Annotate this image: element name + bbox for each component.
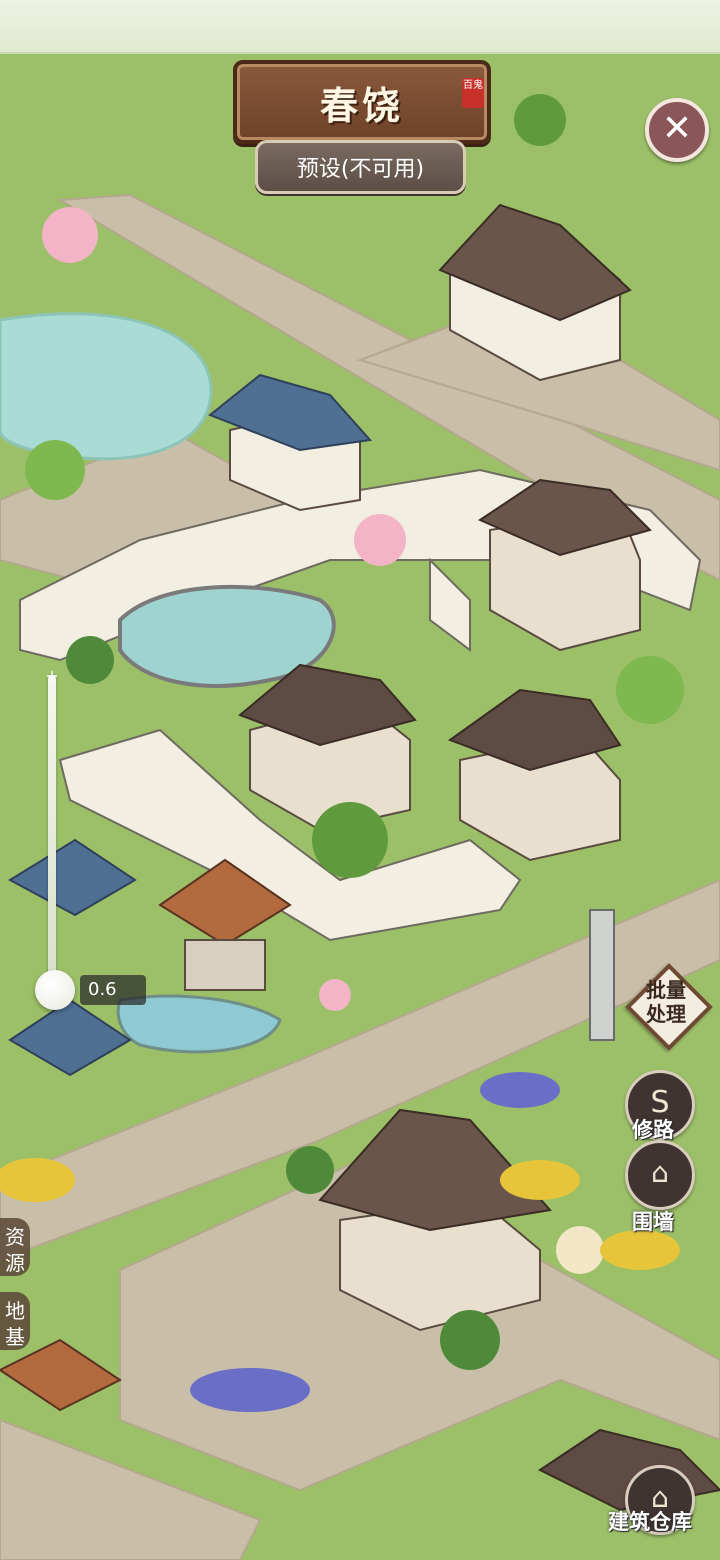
zoom-slider-thumb[interactable] xyxy=(35,970,75,1010)
wall-button[interactable]: ⌂ xyxy=(625,1140,695,1210)
close-icon: ✕ xyxy=(661,108,693,149)
zoom-value: 0.6 xyxy=(80,975,146,1005)
batch-process-button[interactable]: 批量处理 xyxy=(625,963,713,1051)
warehouse-label: 建筑仓库 xyxy=(608,1510,692,1534)
road-label: 修路 xyxy=(632,1118,674,1142)
wall-icon: ⌂ xyxy=(651,1156,669,1189)
top-banner xyxy=(0,0,720,54)
stone-pillar xyxy=(589,909,615,1041)
close-button[interactable]: ✕ xyxy=(645,98,709,162)
seal-stamp: 百鬼 xyxy=(462,78,484,108)
garden-scene[interactable] xyxy=(0,0,720,1560)
wall-label: 围墙 xyxy=(632,1210,674,1234)
batch-process-label: 批量处理 xyxy=(646,978,686,1026)
scene-title: 春饶 xyxy=(319,83,404,128)
foundation-tab[interactable]: 地基 xyxy=(0,1292,30,1350)
round-pavilion-base xyxy=(184,939,266,991)
title-plaque: 春饶 xyxy=(233,60,491,144)
resources-tab[interactable]: 资源 xyxy=(0,1218,30,1276)
preset-button[interactable]: 预设(不可用) xyxy=(255,140,466,194)
zoom-slider-track[interactable] xyxy=(48,675,56,995)
zoom-plus-icon[interactable]: + xyxy=(44,668,60,684)
